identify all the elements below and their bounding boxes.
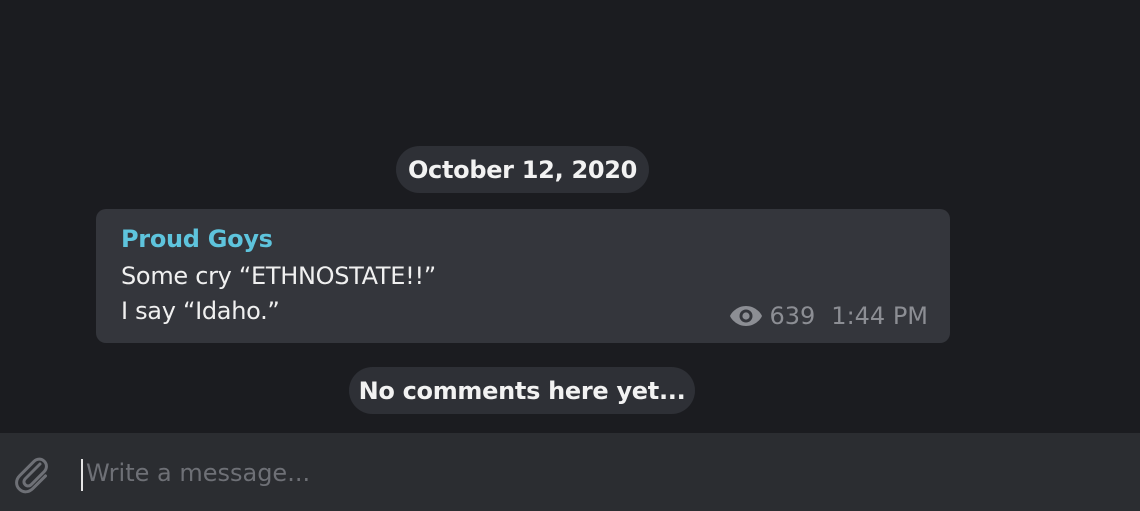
sender-name[interactable]: Proud Goys — [121, 225, 273, 253]
text-caret — [81, 459, 83, 491]
no-comments-label: No comments here yet... — [358, 376, 686, 405]
message-line: Some cry “ETHNOSTATE!!” — [121, 262, 436, 290]
date-label: October 12, 2020 — [407, 155, 638, 184]
message-meta: 639 1:44 PM — [729, 302, 928, 330]
chat-window: October 12, 2020 Proud Goys Some cry “ET… — [0, 0, 1140, 511]
message-bubble[interactable]: Proud Goys Some cry “ETHNOSTATE!!” I say… — [96, 209, 950, 343]
date-separator: October 12, 2020 — [396, 146, 649, 193]
eye-icon — [730, 306, 763, 326]
message-text: Some cry “ETHNOSTATE!!” I say “Idaho.” — [121, 259, 436, 329]
paperclip-icon[interactable] — [10, 452, 52, 494]
message-input[interactable] — [86, 453, 1116, 493]
view-count: 639 — [769, 302, 816, 330]
message-composer — [0, 433, 1140, 511]
message-line: I say “Idaho.” — [121, 297, 280, 325]
no-comments-notice: No comments here yet... — [349, 367, 695, 414]
message-list[interactable]: October 12, 2020 Proud Goys Some cry “ET… — [0, 0, 1140, 433]
message-time: 1:44 PM — [831, 302, 928, 330]
